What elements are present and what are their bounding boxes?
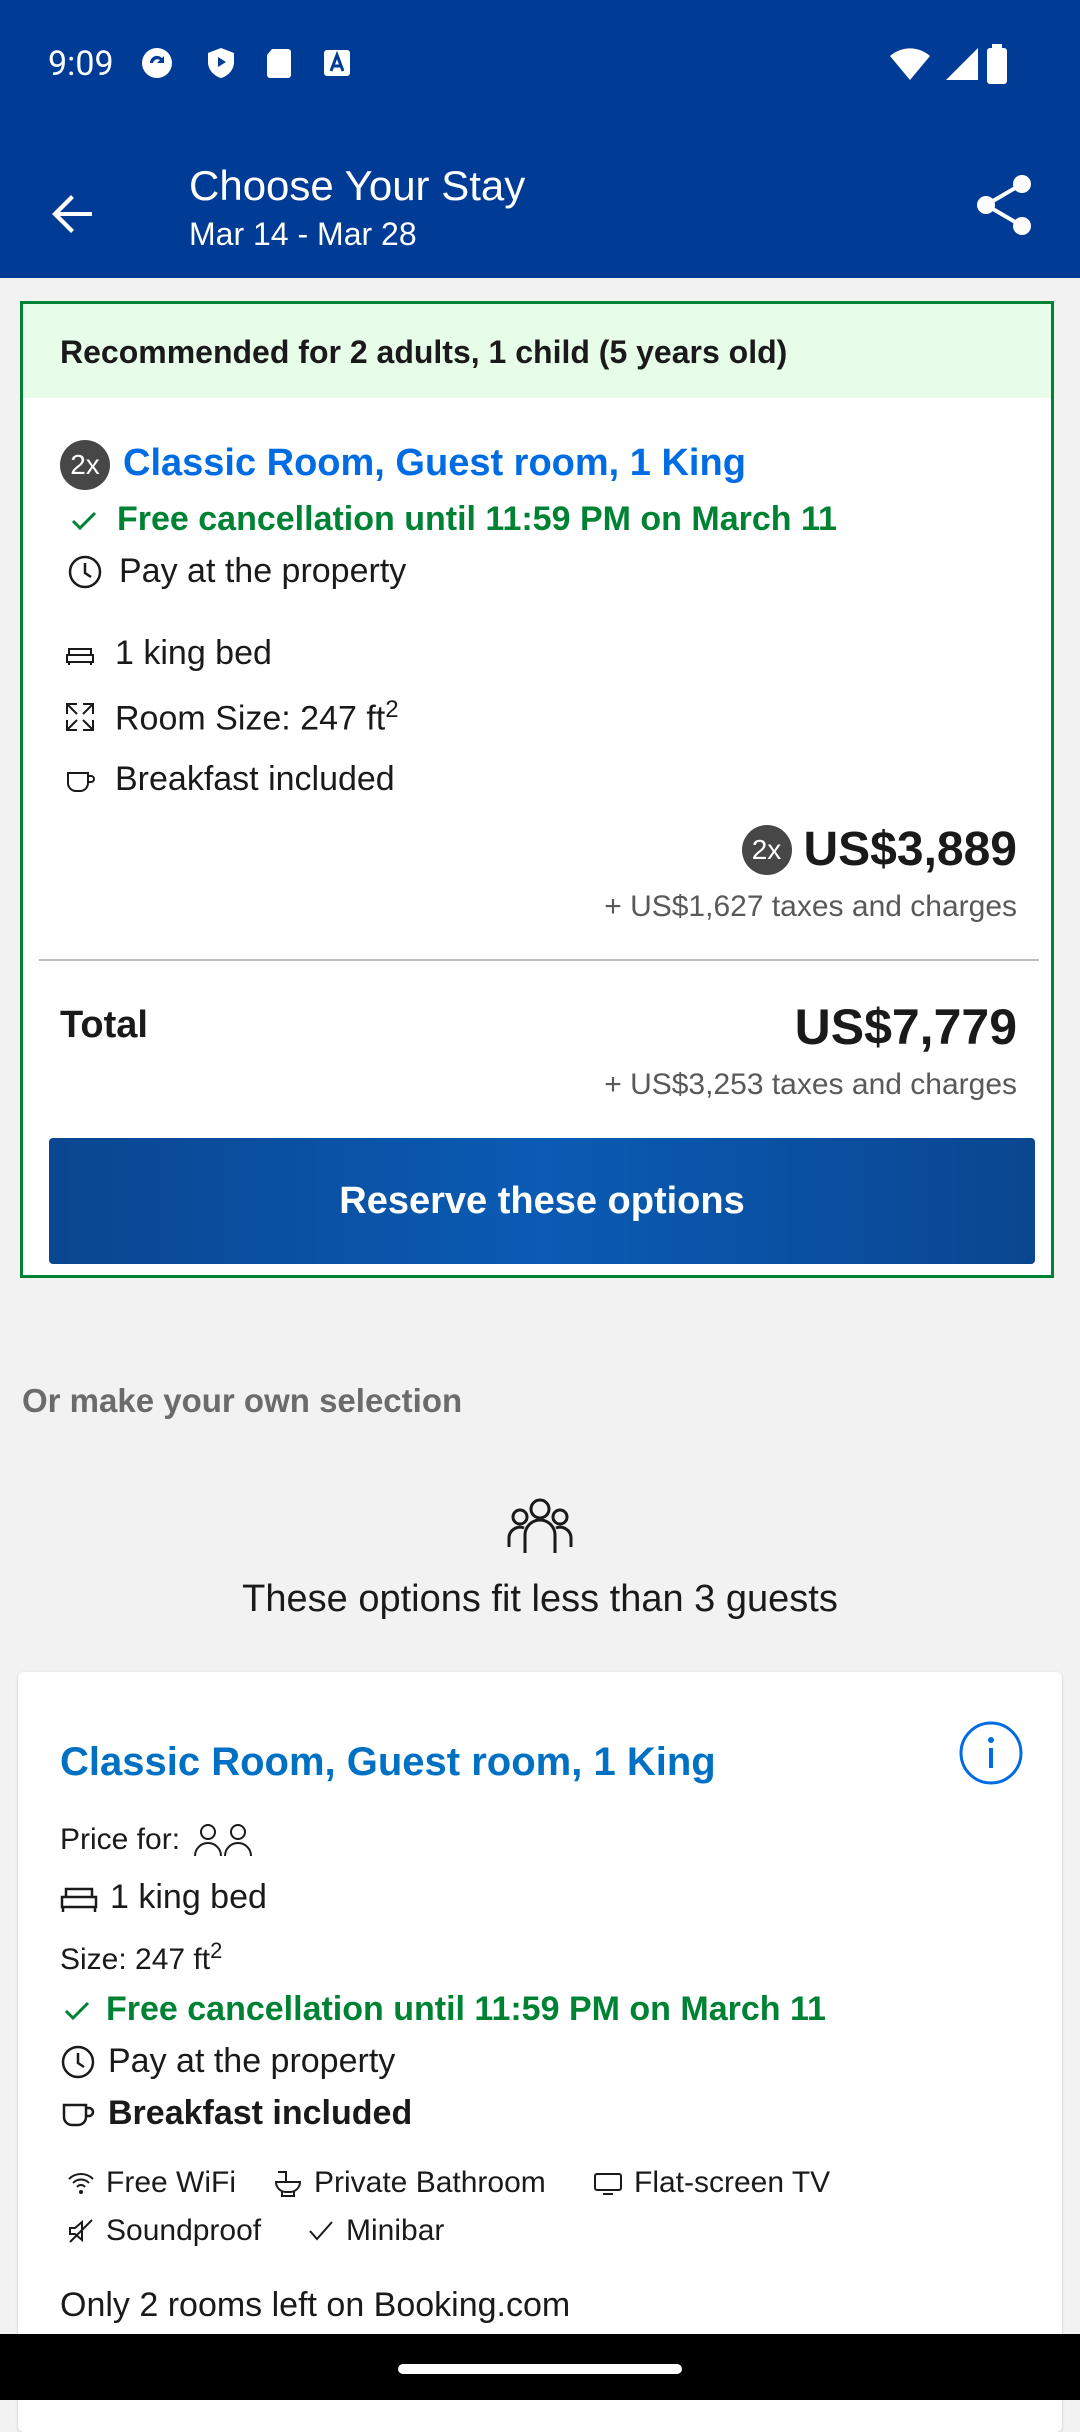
check-icon	[309, 2221, 333, 2241]
clock-icon	[68, 555, 102, 588]
facility-tv: Flat-screen TV	[592, 2166, 830, 2200]
guests-note: These options fit less than 3 guests	[242, 1578, 838, 1620]
shield-play-icon	[208, 48, 234, 78]
room-taxes: + US$1,627 taxes and charges	[604, 890, 1017, 923]
facility-wifi-text: Free WiFi	[106, 2166, 236, 2199]
room-size-exp: 2	[385, 696, 399, 723]
font-a-icon	[324, 50, 350, 76]
cancellation-text: Free cancellation until 11:59 PM on Marc…	[117, 500, 837, 538]
payment-row: Pay at the property	[67, 552, 406, 591]
facility-minibar-text: Minibar	[346, 2214, 445, 2247]
cancellation-row: Free cancellation until 11:59 PM on Marc…	[67, 500, 837, 539]
recommended-header: Recommended for 2 adults, 1 child (5 yea…	[23, 304, 1051, 398]
info-icon[interactable]	[958, 1720, 1024, 1786]
wifi-icon	[890, 48, 930, 80]
wifi-icon	[68, 2173, 94, 2194]
date-range: Mar 14 - Mar 28	[189, 216, 417, 252]
page-title: Choose Your Stay	[189, 162, 526, 209]
soundproof-icon	[69, 2219, 93, 2243]
coffee-cup-icon	[62, 2103, 95, 2126]
facility-soundproof: Soundproof	[66, 2214, 261, 2248]
reserve-options-button[interactable]: Reserve these options	[49, 1138, 1035, 1264]
status-bar: 9:09	[0, 0, 1080, 130]
recommended-card: Recommended for 2 adults, 1 child (5 yea…	[20, 301, 1054, 1278]
bed-icon	[66, 647, 94, 665]
room-price-value: US$3,889	[803, 823, 1018, 876]
room-price: 2x US$3,889	[741, 822, 1018, 877]
option-bed-row: 1 king bed	[60, 1878, 267, 1917]
toilet-icon	[274, 2171, 302, 2197]
facility-soundproof-text: Soundproof	[106, 2214, 262, 2247]
option-cancellation-row: Free cancellation until 11:59 PM on Marc…	[60, 1990, 826, 2029]
room-size-text: Room Size: 247 ft	[115, 699, 386, 738]
check-icon	[71, 511, 97, 530]
share-icon[interactable]	[970, 170, 1040, 240]
recommended-heading: Recommended for 2 adults, 1 child (5 yea…	[60, 334, 788, 370]
option-size-value: 247 ft	[135, 1943, 211, 1976]
option-breakfast-row: Breakfast included	[60, 2094, 412, 2133]
option-size-row: Size: 247 ft2	[60, 1938, 222, 1977]
price-for-label: Price for:	[60, 1823, 181, 1856]
option-payment-row: Pay at the property	[60, 2042, 395, 2081]
option-size-label: Size:	[60, 1943, 127, 1976]
group-people-icon	[507, 1498, 573, 1553]
signal-icon	[946, 48, 978, 80]
total-taxes: + US$3,253 taxes and charges	[604, 1068, 1017, 1101]
bed-text: 1 king bed	[115, 634, 272, 672]
price-for-row: Price for:	[60, 1822, 256, 1858]
divider	[39, 959, 1039, 961]
check-icon	[64, 2001, 90, 2020]
sync-icon	[142, 48, 172, 78]
availability-note: Only 2 rooms left on Booking.com	[60, 2286, 571, 2324]
app-bar: Choose Your Stay Mar 14 - Mar 28	[0, 130, 1080, 278]
expand-icon	[66, 703, 94, 732]
battery-icon	[987, 44, 1007, 84]
payment-text: Pay at the property	[119, 552, 407, 590]
facility-wifi: Free WiFi	[66, 2166, 236, 2200]
bed-row: 1 king bed	[63, 634, 272, 673]
option-room-title[interactable]: Classic Room, Guest room, 1 King	[60, 1740, 716, 1785]
facility-bathroom: Private Bathroom	[272, 2166, 546, 2200]
room-qty-badge: 2x	[60, 440, 110, 490]
total-price: US$7,779	[794, 999, 1017, 1055]
option-bed-text: 1 king bed	[110, 1878, 267, 1916]
facility-tv-text: Flat-screen TV	[634, 2166, 831, 2199]
home-gesture-handle[interactable]	[398, 2364, 682, 2374]
price-qty-badge: 2x	[741, 824, 792, 875]
back-arrow-icon[interactable]	[40, 182, 104, 246]
option-breakfast-text: Breakfast included	[108, 2094, 413, 2132]
total-label: Total	[60, 1004, 148, 1046]
bed-icon	[60, 1887, 98, 1912]
room-size-row: Room Size: 247 ft2	[63, 696, 399, 738]
tv-icon	[594, 2173, 622, 2195]
option-size-exp: 2	[210, 1938, 223, 1963]
facility-minibar: Minibar	[306, 2214, 444, 2248]
facility-bathroom-text: Private Bathroom	[314, 2166, 546, 2199]
clock-icon	[61, 2045, 95, 2078]
status-time: 9:09	[48, 44, 114, 84]
qty-badge-text: 2x	[60, 440, 110, 490]
two-persons-icon	[194, 1824, 253, 1857]
breakfast-row: Breakfast included	[63, 760, 395, 799]
option-payment-text: Pay at the property	[108, 2042, 396, 2080]
sd-card-icon	[267, 49, 291, 78]
room-title[interactable]: Classic Room, Guest room, 1 King	[123, 442, 746, 485]
room-option-card[interactable]: Classic Room, Guest room, 1 King Price f…	[18, 1672, 1062, 2432]
coffee-cup-icon	[67, 771, 95, 792]
section-title: Or make your own selection	[22, 1382, 463, 1419]
option-cancellation-text: Free cancellation until 11:59 PM on Marc…	[106, 1990, 826, 2028]
system-nav-bar	[0, 2334, 1080, 2400]
breakfast-text: Breakfast included	[115, 760, 395, 798]
